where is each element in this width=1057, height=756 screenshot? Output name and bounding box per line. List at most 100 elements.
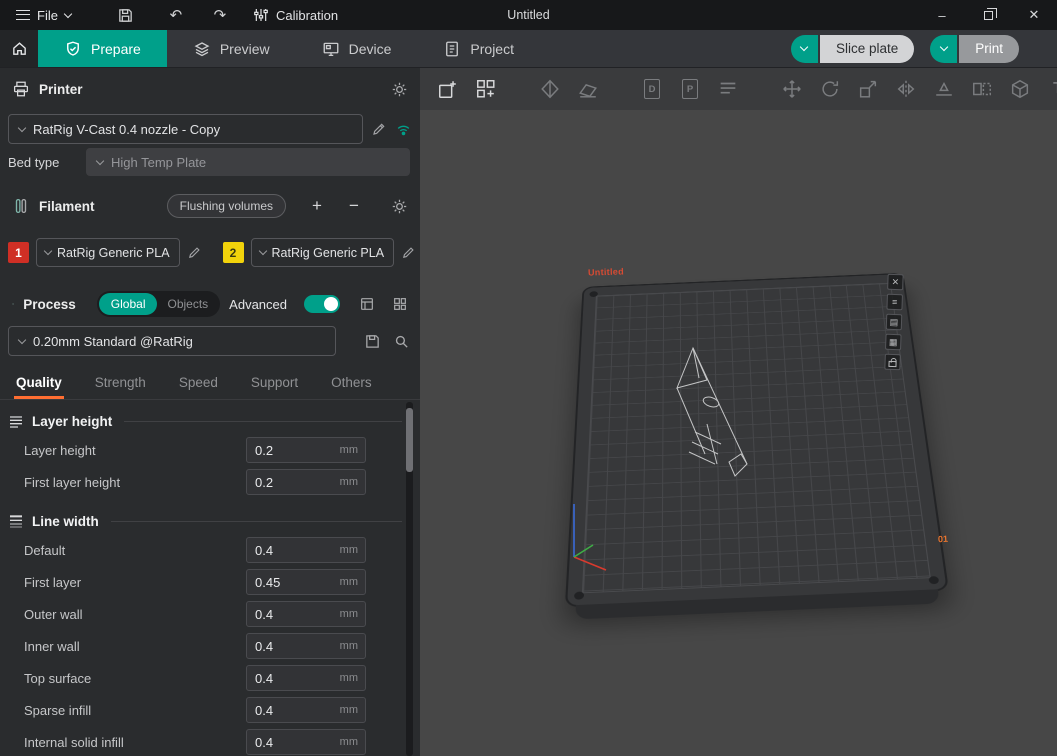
param-unit: mm	[340, 544, 365, 556]
save-preset-button[interactable]	[364, 333, 381, 350]
search-icon	[393, 333, 410, 350]
calibration-label: Calibration	[276, 8, 338, 23]
text-tool-button[interactable]: T	[1044, 74, 1057, 104]
rotate-button[interactable]	[816, 74, 844, 104]
remove-filament-button[interactable]: −	[344, 196, 364, 216]
filament-1-edit-button[interactable]	[187, 245, 202, 260]
tab-preview[interactable]: Preview	[167, 30, 296, 67]
filament-settings-button[interactable]	[391, 198, 408, 215]
filament-1-color-swatch[interactable]: 1	[8, 242, 29, 263]
save-button[interactable]	[113, 3, 139, 27]
top-surface-line-width-input[interactable]: 0.4 mm	[246, 665, 366, 691]
slice-plate-button[interactable]: Slice plate	[791, 35, 914, 63]
tab-speed[interactable]: Speed	[179, 375, 218, 390]
sidebar-scrollbar[interactable]	[406, 402, 413, 756]
viewport-canvas[interactable]: Untitled 01 ✕ ≡ ▤ ▦	[420, 110, 1057, 756]
calibration-button[interactable]: Calibration	[253, 7, 338, 23]
minimize-button[interactable]: –	[919, 0, 965, 30]
param-value: 0.4	[247, 735, 340, 750]
divider	[124, 421, 402, 422]
lay-flat-button[interactable]	[574, 74, 602, 104]
bed-type-select[interactable]: High Temp Plate	[86, 148, 410, 176]
home-button[interactable]	[0, 30, 38, 67]
first-layer-line-width-input[interactable]: 0.45 mm	[246, 569, 366, 595]
print-button[interactable]: Print	[930, 35, 1019, 63]
auto-orient-button[interactable]	[536, 74, 564, 104]
move-button[interactable]	[778, 74, 806, 104]
split-to-parts-button[interactable]	[1006, 74, 1034, 104]
mirror-button[interactable]	[892, 74, 920, 104]
plate-toolbar: ✕ ≡ ▤ ▦	[884, 274, 903, 370]
filament-1-select[interactable]: RatRig Generic PLA	[36, 238, 180, 267]
search-preset-button[interactable]	[393, 333, 410, 350]
outer-wall-line-width-input[interactable]: 0.4 mm	[246, 601, 366, 627]
import-preset-button[interactable]: P	[676, 74, 704, 104]
parameter-table-button[interactable]	[359, 296, 375, 312]
param-unit: mm	[340, 444, 365, 456]
home-icon	[11, 40, 28, 57]
tab-project[interactable]: Project	[417, 30, 540, 67]
tab-quality[interactable]: Quality	[16, 375, 62, 390]
compare-presets-button[interactable]	[392, 296, 408, 312]
printer-preset-select[interactable]: RatRig V-Cast 0.4 nozzle - Copy	[8, 114, 363, 144]
plate-delete-button[interactable]: ✕	[887, 274, 904, 291]
process-preset-select[interactable]: 0.20mm Standard @RatRig	[8, 326, 336, 356]
close-button[interactable]: ✕	[1011, 0, 1057, 30]
scale-button[interactable]	[854, 74, 882, 104]
slice-dropdown-button[interactable]	[791, 35, 818, 63]
add-filament-button[interactable]: +	[307, 196, 327, 216]
undo-button[interactable]: ↶	[163, 3, 189, 27]
redo-icon: ↷	[214, 6, 227, 24]
process-section-title: Process	[23, 297, 76, 312]
scrollbar-thumb[interactable]	[406, 408, 413, 472]
scope-global-button[interactable]: Global	[99, 293, 158, 315]
layer-list-button[interactable]	[714, 74, 742, 104]
plate-fill-button[interactable]: ▦	[885, 334, 902, 351]
sparse-infill-line-width-input[interactable]: 0.4 mm	[246, 697, 366, 723]
model-wireframe[interactable]	[655, 336, 765, 491]
printer-settings-button[interactable]	[391, 81, 408, 98]
print-dropdown-button[interactable]	[930, 35, 957, 63]
internal-solid-infill-line-width-input[interactable]: 0.4 mm	[246, 729, 366, 755]
tab-device[interactable]: Device	[296, 30, 418, 67]
main-tabbar: Prepare Preview Device Project Slice pla…	[0, 30, 1057, 68]
group-title: Line width	[32, 514, 99, 529]
redo-button[interactable]: ↷	[207, 3, 233, 27]
advanced-toggle[interactable]	[304, 295, 340, 313]
param-label: Internal solid infill	[24, 735, 246, 750]
lay-on-face-button[interactable]	[930, 74, 958, 104]
printer-connection-button[interactable]	[395, 121, 412, 138]
param-value: 0.4	[247, 703, 340, 718]
scope-objects-button[interactable]: Objects	[157, 297, 218, 311]
plate-settings-button[interactable]: ≡	[886, 294, 903, 311]
first-layer-height-input[interactable]: 0.2 mm	[246, 469, 366, 495]
arrange-button[interactable]	[472, 74, 500, 104]
plate-name-button[interactable]: ▤	[886, 314, 903, 331]
flushing-volumes-button[interactable]: Flushing volumes	[167, 194, 286, 218]
filament-2-select[interactable]: RatRig Generic PLA	[251, 238, 395, 267]
param-label: Sparse infill	[24, 703, 246, 718]
chevron-down-icon	[18, 123, 26, 131]
plate-lock-button[interactable]	[884, 354, 901, 371]
param-unit: mm	[340, 476, 365, 488]
tab-others[interactable]: Others	[331, 375, 372, 390]
param-value: 0.45	[247, 575, 340, 590]
file-menu-button[interactable]: File	[10, 4, 77, 27]
process-preset-actions	[364, 333, 410, 350]
save-icon	[117, 7, 134, 24]
maximize-button[interactable]	[965, 0, 1011, 30]
default-line-width-input[interactable]: 0.4 mm	[246, 537, 366, 563]
tab-support[interactable]: Support	[251, 375, 298, 390]
layer-height-input[interactable]: 0.2 mm	[246, 437, 366, 463]
printer-edit-button[interactable]	[371, 121, 387, 137]
calibration-icon	[253, 7, 269, 23]
filament-2-edit-button[interactable]	[401, 245, 416, 260]
add-plate-button[interactable]	[434, 74, 462, 104]
tab-prepare[interactable]: Prepare	[38, 30, 167, 67]
split-to-objects-button[interactable]	[968, 74, 996, 104]
filament-icon	[12, 197, 30, 215]
import-geometry-button[interactable]: D	[638, 74, 666, 104]
tab-strength[interactable]: Strength	[95, 375, 146, 390]
filament-2-color-swatch[interactable]: 2	[223, 242, 244, 263]
inner-wall-line-width-input[interactable]: 0.4 mm	[246, 633, 366, 659]
